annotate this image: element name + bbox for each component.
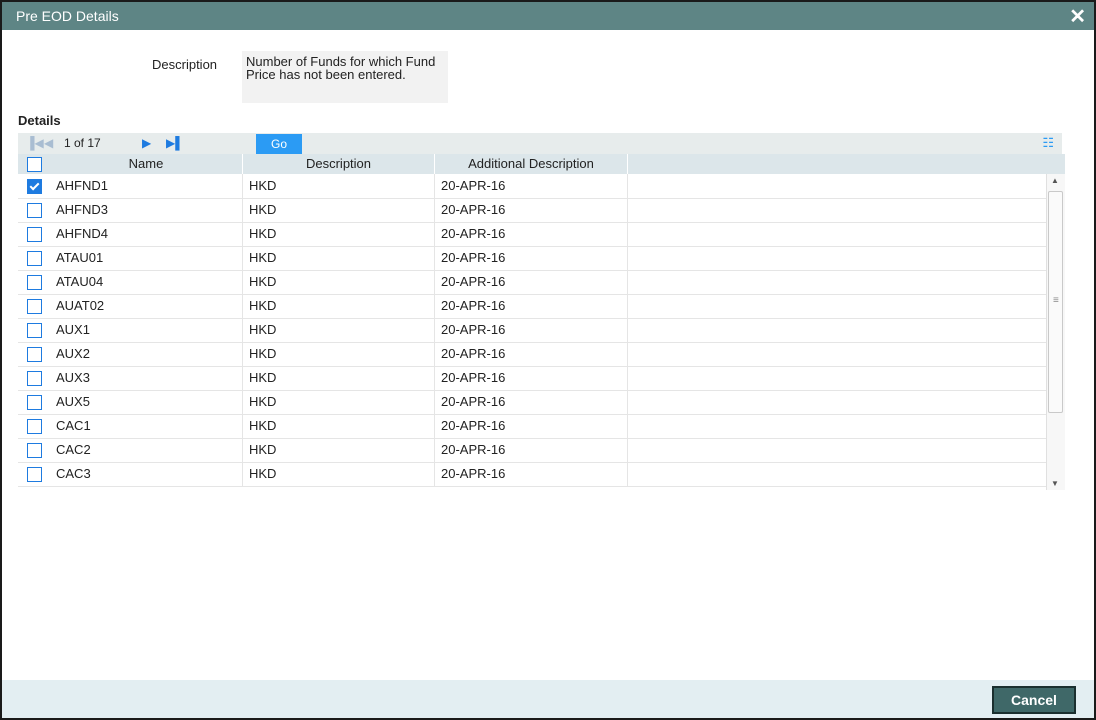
cell-name: CAC3 — [50, 462, 243, 486]
cell-description: HKD — [243, 222, 435, 246]
table-row[interactable]: CAC2 HKD 20-APR-16 — [18, 438, 1046, 463]
cell-description: HKD — [243, 198, 435, 222]
table-row[interactable]: AUX1 HKD 20-APR-16 — [18, 318, 1046, 343]
close-icon[interactable]: ✕ — [1069, 4, 1086, 29]
cell-description: HKD — [243, 462, 435, 486]
details-section-label: Details — [18, 113, 61, 128]
row-checkbox[interactable] — [27, 323, 42, 338]
cell-description: HKD — [243, 438, 435, 462]
table-row[interactable]: ATAU04 HKD 20-APR-16 — [18, 270, 1046, 295]
cell-additional-description: 20-APR-16 — [435, 438, 628, 462]
cell-name: ATAU04 — [50, 270, 243, 294]
prev-page-icon[interactable]: ◀ — [44, 136, 53, 150]
table-header: Name Description Additional Description — [18, 154, 1065, 174]
pre-eod-details-dialog: Pre EOD Details ✕ Description Number of … — [0, 0, 1096, 720]
cell-additional-description: 20-APR-16 — [435, 342, 628, 366]
cell-additional-description: 20-APR-16 — [435, 390, 628, 414]
scroll-down-icon[interactable]: ▼ — [1051, 479, 1059, 488]
cell-additional-description: 20-APR-16 — [435, 414, 628, 438]
last-page-icon[interactable]: ▶▌ — [166, 136, 184, 150]
dialog-footer: Cancel — [2, 680, 1094, 718]
scrollbar-thumb[interactable]: ≡ — [1048, 191, 1063, 413]
cell-name: CAC1 — [50, 414, 243, 438]
cancel-button[interactable]: Cancel — [992, 686, 1076, 714]
table-body: AHFND1 HKD 20-APR-16 AHFND3 HKD 20-APR-1… — [18, 174, 1046, 490]
first-page-icon[interactable]: ▐◀ — [26, 136, 44, 150]
cell-name: AUX2 — [50, 342, 243, 366]
row-checkbox[interactable] — [27, 227, 42, 242]
row-checkbox[interactable] — [27, 395, 42, 410]
description-value: Number of Funds for which Fund Price has… — [246, 54, 436, 82]
cell-description: HKD — [243, 318, 435, 342]
table-row[interactable]: AHFND4 HKD 20-APR-16 — [18, 222, 1046, 247]
cell-name: AUX3 — [50, 366, 243, 390]
row-checkbox[interactable] — [27, 467, 42, 482]
column-header-description[interactable]: Description — [243, 154, 435, 174]
row-checkbox[interactable] — [27, 299, 42, 314]
cell-description: HKD — [243, 246, 435, 270]
cell-additional-description: 20-APR-16 — [435, 246, 628, 270]
column-header-additional-description[interactable]: Additional Description — [435, 154, 628, 174]
dialog-title: Pre EOD Details — [16, 8, 119, 24]
cell-description: HKD — [243, 174, 435, 198]
table-row[interactable]: AUX2 HKD 20-APR-16 — [18, 342, 1046, 367]
next-page-icon[interactable]: ▶ — [142, 136, 151, 150]
description-field[interactable]: Number of Funds for which Fund Price has… — [242, 51, 448, 103]
row-checkbox[interactable] — [27, 347, 42, 362]
table-row[interactable]: CAC1 HKD 20-APR-16 — [18, 414, 1046, 439]
cell-additional-description: 20-APR-16 — [435, 198, 628, 222]
cell-description: HKD — [243, 366, 435, 390]
column-header-name[interactable]: Name — [50, 154, 243, 174]
cell-additional-description: 20-APR-16 — [435, 222, 628, 246]
row-checkbox[interactable] — [27, 371, 42, 386]
table-row[interactable]: CAC3 HKD 20-APR-16 — [18, 462, 1046, 487]
cell-additional-description: 20-APR-16 — [435, 366, 628, 390]
cell-description: HKD — [243, 294, 435, 318]
table-row[interactable]: AUX3 HKD 20-APR-16 — [18, 366, 1046, 391]
cell-additional-description: 20-APR-16 — [435, 174, 628, 198]
cell-name: CAC2 — [50, 438, 243, 462]
cell-description: HKD — [243, 342, 435, 366]
table-row[interactable]: AUX5 HKD 20-APR-16 — [18, 390, 1046, 415]
table-row[interactable]: ATAU01 HKD 20-APR-16 — [18, 246, 1046, 271]
cell-additional-description: 20-APR-16 — [435, 294, 628, 318]
scroll-up-icon[interactable]: ▲ — [1051, 176, 1059, 185]
cell-name: AHFND1 — [50, 174, 243, 198]
dialog-titlebar: Pre EOD Details ✕ — [2, 2, 1094, 30]
cell-additional-description: 20-APR-16 — [435, 318, 628, 342]
row-checkbox[interactable] — [27, 251, 42, 266]
row-checkbox[interactable] — [27, 179, 42, 194]
cell-name: ATAU01 — [50, 246, 243, 270]
table-row[interactable]: AHFND1 HKD 20-APR-16 — [18, 174, 1046, 199]
cell-description: HKD — [243, 270, 435, 294]
table-row[interactable]: AHFND3 HKD 20-APR-16 — [18, 198, 1046, 223]
cell-name: AHFND4 — [50, 222, 243, 246]
cell-additional-description: 20-APR-16 — [435, 462, 628, 486]
cell-name: AUX5 — [50, 390, 243, 414]
grip-icon: ≡ — [1053, 295, 1059, 306]
cell-name: AHFND3 — [50, 198, 243, 222]
row-checkbox[interactable] — [27, 419, 42, 434]
cell-description: HKD — [243, 390, 435, 414]
cell-name: AUX1 — [50, 318, 243, 342]
cell-description: HKD — [243, 414, 435, 438]
cell-name: AUAT02 — [50, 294, 243, 318]
description-label: Description — [152, 57, 218, 72]
go-button[interactable]: Go — [256, 134, 302, 154]
cell-additional-description: 20-APR-16 — [435, 270, 628, 294]
page-info: 1 of 17 — [64, 136, 101, 150]
table-scrollbar[interactable]: ▲ ≡ ▼ — [1046, 174, 1065, 490]
pagination-toolbar: ▐◀ ◀ 1 of 17 ▶ ▶▌ Go ☷ — [18, 133, 1062, 154]
column-settings-icon[interactable]: ☷ — [1042, 135, 1054, 151]
row-checkbox[interactable] — [27, 203, 42, 218]
table-row[interactable]: AUAT02 HKD 20-APR-16 — [18, 294, 1046, 319]
details-table: Name Description Additional Description … — [18, 154, 1065, 490]
row-checkbox[interactable] — [27, 275, 42, 290]
row-checkbox[interactable] — [27, 443, 42, 458]
select-all-checkbox[interactable] — [27, 157, 42, 172]
